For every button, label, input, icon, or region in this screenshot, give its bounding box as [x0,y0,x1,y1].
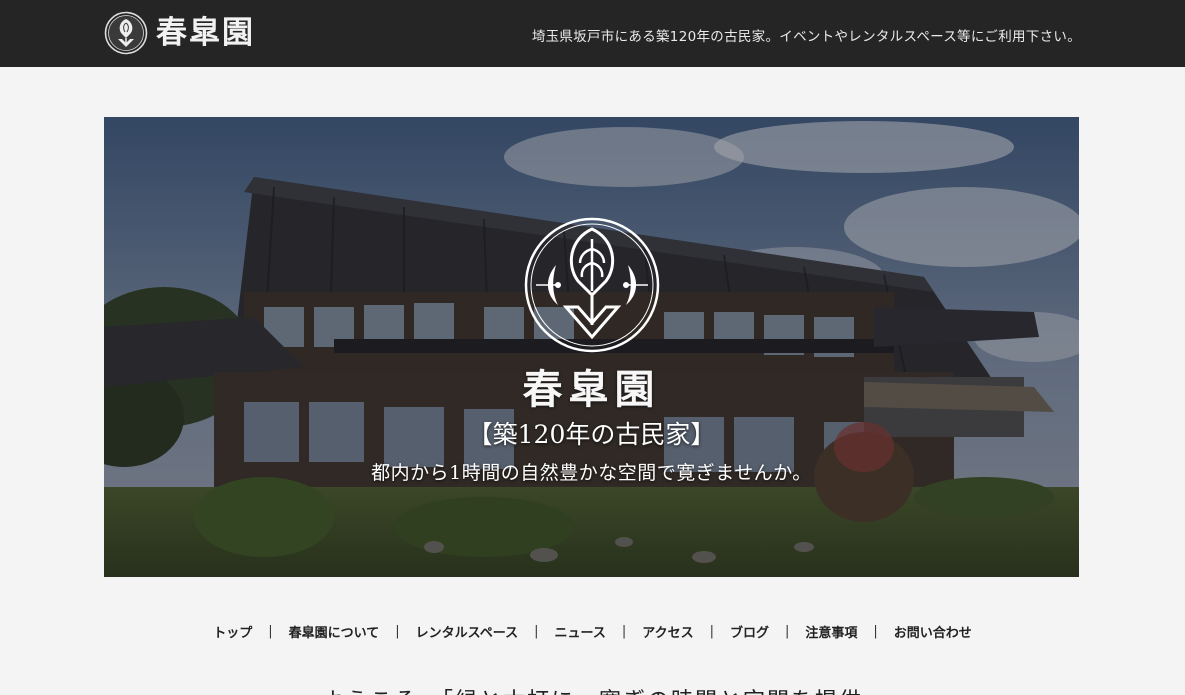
nav-separator: | [873,624,878,639]
site-header: 春皐園 埼玉県坂戸市にある築120年の古民家。イベントやレンタルスペース等にご利… [0,0,1185,67]
site-logo-link[interactable]: 春皐園 [104,10,255,56]
nav-item-notes[interactable]: 注意事項 [803,622,859,641]
hero-heading: 【築120年の古民家】 [467,420,716,449]
logo-text: 春皐園 [156,14,255,51]
shunkoen-emblem-icon [524,217,660,353]
nav-item-about[interactable]: 春皐園について [287,622,382,641]
nav-item-contact[interactable]: お問い合わせ [892,622,974,641]
nav-separator: | [395,624,400,639]
nav-separator: | [268,624,273,639]
hero-site-name: 春皐園 [522,366,661,413]
intro-heading-partial: ようこそ、「緑と木打に」寛ぎの時間と空間を提供 [0,683,1185,695]
nav-separator: | [534,624,539,639]
nav-item-news[interactable]: ニュース [552,622,607,641]
main-nav: トップ | 春皐園について | レンタルスペース | ニュース | アクセス |… [0,622,1185,641]
site-tagline: 埼玉県坂戸市にある築120年の古民家。イベントやレンタルスペース等にご利用下さい… [531,29,1081,45]
nav-item-blog[interactable]: ブログ [728,622,771,641]
nav-item-rental-space[interactable]: レンタルスペース [414,622,520,641]
nav-item-access[interactable]: アクセス [640,622,695,641]
emblem-logo-icon [104,11,148,55]
nav-separator: | [709,624,714,639]
hero-subheading: 都内から1時間の自然豊かな空間で寛ぎませんか。 [371,462,812,484]
nav-separator: | [621,624,627,639]
nav-separator: | [784,624,790,639]
hero-banner: 春皐園 【築120年の古民家】 都内から1時間の自然豊かな空間で寛ぎませんか。 [104,117,1079,577]
nav-item-top[interactable]: トップ [211,622,254,641]
